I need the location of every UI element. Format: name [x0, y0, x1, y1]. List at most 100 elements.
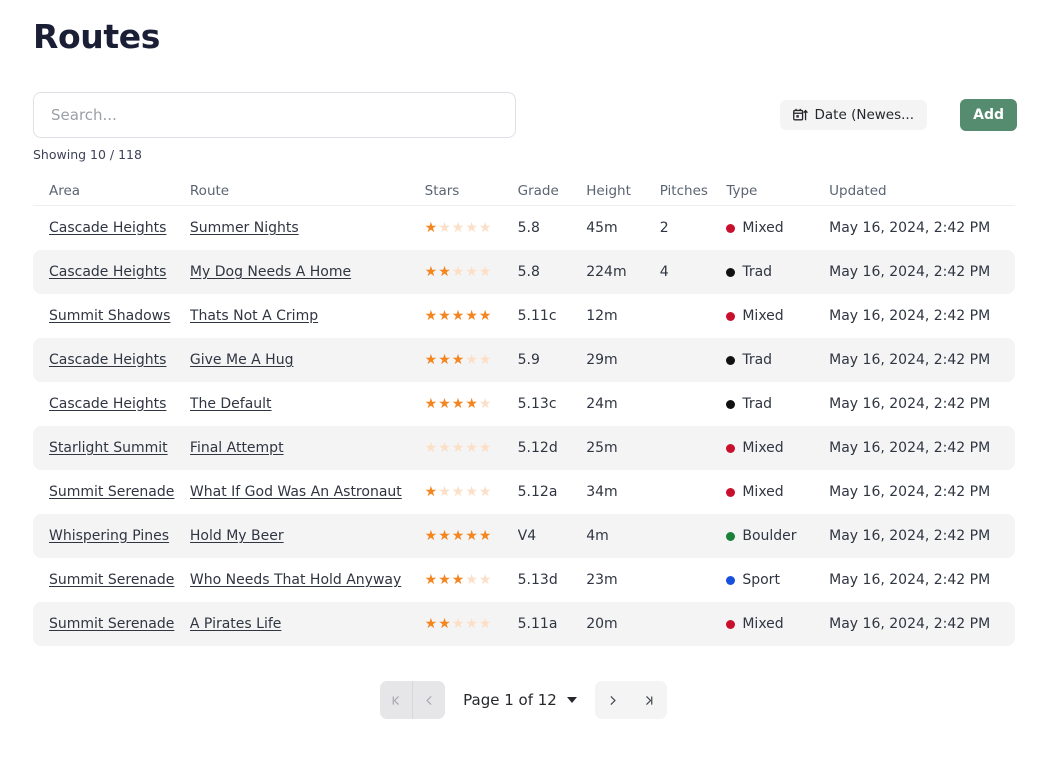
cell-type: Mixed [726, 220, 829, 236]
cell-grade: 5.12a [517, 484, 558, 500]
type-label: Trad [742, 264, 773, 280]
table-row[interactable]: Summit Serenade Who Needs That Hold Anywa… [33, 558, 1015, 602]
type-label: Mixed [742, 440, 784, 456]
type-dot-icon [726, 267, 736, 277]
cell-height: 12m [586, 308, 618, 324]
star-rating: ★ ★ ★ ★ ★ [425, 441, 492, 455]
table-row[interactable]: Summit Serenade A Pirates Life ★ ★ ★ ★ ★ 5.11a 2… [33, 602, 1015, 646]
cell-type: Sport [726, 572, 829, 588]
star-empty-icon: ★ [451, 616, 465, 632]
cell-route: Give Me A Hug [190, 352, 425, 368]
cell-updated: May 16, 2024, 2:42 PM [829, 396, 991, 412]
column-header-grade[interactable]: Grade [518, 183, 587, 199]
star-filled-icon: ★ [424, 308, 438, 324]
area-link[interactable]: Summit Serenade [49, 484, 174, 500]
cell-updated: May 16, 2024, 2:42 PM [829, 528, 991, 544]
table-row[interactable]: Summit Serenade What If God Was An Astron… [33, 470, 1015, 514]
type-dot-icon [726, 399, 736, 409]
type-dot-icon [726, 575, 736, 585]
table-row[interactable]: Summit Shadows Thats Not A Crimp ★ ★ ★ ★ ★ 5.11… [33, 294, 1015, 338]
last-page-icon [646, 695, 653, 705]
table-row[interactable]: Cascade Heights The Default ★ ★ ★ ★ ★ 5.13c 24m T… [33, 382, 1015, 426]
column-header-stars[interactable]: Stars [425, 183, 518, 199]
star-empty-icon: ★ [478, 572, 492, 588]
area-link[interactable]: Cascade Heights [49, 220, 166, 236]
star-filled-icon: ★ [465, 528, 478, 544]
star-filled-icon: ★ [438, 572, 451, 588]
cell-route: Who Needs That Hold Anyway [190, 572, 425, 588]
cell-route: What If God Was An Astronaut [190, 484, 425, 500]
cell-updated: May 16, 2024, 2:42 PM [829, 440, 991, 456]
cell-height: 25m [586, 440, 618, 456]
column-header-area[interactable]: Area [33, 183, 190, 199]
route-link[interactable]: Thats Not A Crimp [190, 308, 318, 324]
cell-grade: 5.13d [517, 572, 558, 588]
table-row[interactable]: Starlight Summit Final Attempt ★ ★ ★ ★ ★ 5.12d 2… [33, 426, 1015, 470]
area-link[interactable]: Summit Serenade [49, 572, 174, 588]
area-link[interactable]: Cascade Heights [49, 264, 166, 280]
star-filled-icon: ★ [424, 572, 438, 588]
route-link[interactable]: Summer Nights [190, 220, 299, 236]
cell-grade: 5.11c [517, 308, 557, 324]
add-button[interactable]: Add [960, 99, 1017, 131]
area-link[interactable]: Summit Serenade [49, 616, 174, 632]
cell-route: Hold My Beer [190, 528, 425, 544]
last-page-button[interactable] [631, 681, 667, 719]
area-link[interactable]: Cascade Heights [49, 352, 166, 368]
search-input[interactable] [33, 92, 516, 138]
star-rating: ★ ★ ★ ★ ★ [425, 265, 492, 279]
star-filled-icon: ★ [465, 308, 478, 324]
prev-page-button[interactable] [413, 681, 445, 719]
column-header-type[interactable]: Type [726, 183, 829, 199]
first-page-button[interactable] [380, 681, 412, 719]
column-header-updated[interactable]: Updated [829, 183, 1015, 199]
area-link[interactable]: Summit Shadows [49, 308, 170, 324]
route-link[interactable]: Who Needs That Hold Anyway [190, 572, 401, 588]
table-row[interactable]: Whispering Pines Hold My Beer ★ ★ ★ ★ ★ V4 4m Bou… [33, 514, 1015, 558]
route-link[interactable]: The Default [190, 396, 272, 412]
type-dot-icon [726, 355, 736, 365]
route-link[interactable]: What If God Was An Astronaut [190, 484, 402, 500]
type-dot-icon [726, 223, 736, 233]
route-link[interactable]: My Dog Needs A Home [190, 264, 351, 280]
area-link[interactable]: Cascade Heights [49, 396, 166, 412]
area-link[interactable]: Whispering Pines [49, 528, 169, 544]
next-page-button[interactable] [595, 681, 631, 719]
route-link[interactable]: Hold My Beer [190, 528, 284, 544]
cell-updated: May 16, 2024, 2:42 PM [829, 264, 991, 280]
type-label: Mixed [742, 484, 784, 500]
cell-stars: ★ ★ ★ ★ ★ [425, 440, 518, 456]
table-row[interactable]: Cascade Heights Give Me A Hug ★ ★ ★ ★ ★ 5.9 29m T… [33, 338, 1015, 382]
star-empty-icon: ★ [438, 484, 451, 500]
table-row[interactable]: Cascade Heights My Dog Needs A Home ★ ★ ★ ★ ★ 5… [33, 250, 1015, 294]
star-filled-icon: ★ [438, 264, 451, 280]
column-header-route[interactable]: Route [190, 183, 425, 199]
area-link[interactable]: Starlight Summit [49, 440, 168, 456]
star-filled-icon: ★ [451, 396, 465, 412]
table-row[interactable]: Cascade Heights Summer Nights ★ ★ ★ ★ ★ 5.8 45m 2… [33, 206, 1015, 250]
type-dot-icon [726, 311, 736, 321]
star-empty-icon: ★ [424, 440, 438, 456]
cell-type: Mixed [726, 484, 829, 500]
showing-count: Showing 10 / 118 [33, 147, 142, 162]
star-empty-icon: ★ [465, 616, 478, 632]
cell-grade: 5.11a [517, 616, 558, 632]
cell-route: The Default [190, 396, 425, 412]
star-rating: ★ ★ ★ ★ ★ [425, 221, 492, 235]
column-header-pitches[interactable]: Pitches [660, 183, 727, 199]
route-link[interactable]: Final Attempt [190, 440, 284, 456]
route-link[interactable]: Give Me A Hug [190, 352, 294, 368]
cell-area: Cascade Heights [33, 220, 190, 236]
route-link[interactable]: A Pirates Life [190, 616, 281, 632]
star-empty-icon: ★ [451, 264, 465, 280]
star-filled-icon: ★ [451, 352, 465, 368]
page-selector[interactable]: Page 1 of 12 [455, 691, 585, 709]
star-filled-icon: ★ [424, 396, 438, 412]
star-empty-icon: ★ [465, 572, 478, 588]
column-header-height[interactable]: Height [586, 183, 659, 199]
sort-button[interactable]: Date (Newes... [779, 100, 927, 130]
cell-height: 4m [586, 528, 609, 544]
cell-area: Summit Shadows [33, 308, 190, 324]
star-empty-icon: ★ [451, 484, 465, 500]
pagination: Page 1 of 12 [0, 681, 1047, 719]
